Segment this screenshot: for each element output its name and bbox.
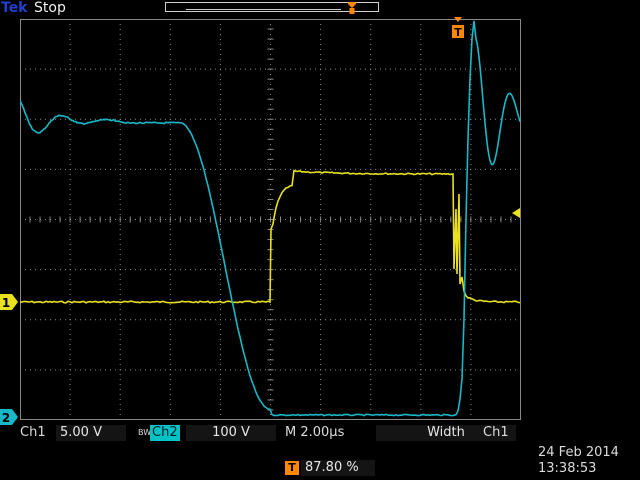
trigger-source: Ch1 — [483, 425, 509, 440]
top-status-bar: Tek Stop — [0, 0, 640, 18]
ch1-ground-marker-icon: 1 — [0, 294, 18, 310]
ch1-label: Ch1 — [20, 425, 46, 440]
ch2-label: Ch2 — [150, 425, 180, 441]
trigger-position-marker: T — [285, 461, 299, 475]
ch2-marker-label: 2 — [2, 411, 10, 425]
brand-logo: Tek — [1, 0, 28, 16]
timebase-readout: M 2.00µs — [285, 425, 345, 440]
ch2-scale: 100 V — [186, 425, 276, 441]
trigger-level-icon — [512, 208, 520, 218]
ch2-ground-marker-icon: 2 — [0, 409, 18, 425]
readout-panel: Ch1 5.00 V BW Ch2 100 V M 2.00µs Width C… — [0, 425, 640, 480]
ch1-waveform — [20, 169, 521, 304]
trigger-marker-icon: T — [452, 17, 464, 39]
record-length-bar — [165, 2, 379, 12]
date-readout: 24 Feb 2014 — [538, 445, 619, 460]
acquisition-status: Stop — [34, 0, 66, 16]
trigger-position-readout: 87.80 % — [301, 460, 375, 476]
ch1-scale: 5.00 V — [56, 425, 126, 441]
oscilloscope-display[interactable] — [20, 19, 521, 420]
ch1-marker-label: 1 — [2, 296, 10, 310]
trigger-marker-label: T — [454, 26, 462, 39]
trigger-position-icon — [348, 2, 356, 14]
time-readout: 13:38:53 — [538, 461, 597, 476]
